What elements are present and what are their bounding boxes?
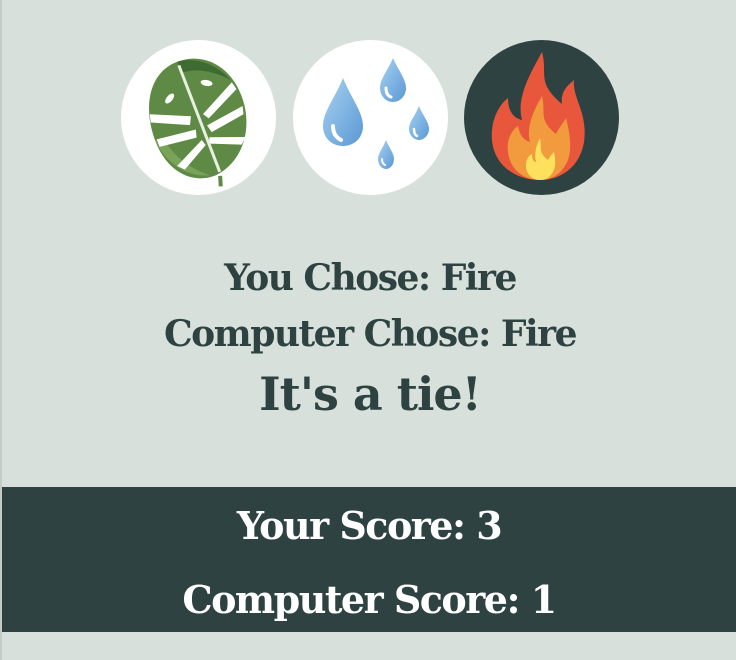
grass-choice-button[interactable] xyxy=(121,40,276,195)
monstera-leaf-icon xyxy=(149,58,247,187)
scoreboard: Your Score: 3 Computer Score: 1 xyxy=(2,487,736,632)
user-choice-text: You Chose: Fire xyxy=(224,257,517,299)
round-outcome-text: It's a tie! xyxy=(259,367,482,421)
fire-icon xyxy=(491,52,585,180)
result-panel: You Chose: Fire Computer Chose: Fire It'… xyxy=(0,250,736,426)
water-drops-icon xyxy=(323,58,429,169)
water-choice-button[interactable] xyxy=(293,40,448,195)
computer-choice-text: Computer Chose: Fire xyxy=(163,313,578,355)
user-score: Your Score: 3 xyxy=(236,503,503,548)
fire-choice-button[interactable] xyxy=(464,40,619,195)
choice-buttons xyxy=(121,40,621,196)
computer-score: Computer Score: 1 xyxy=(182,577,557,622)
